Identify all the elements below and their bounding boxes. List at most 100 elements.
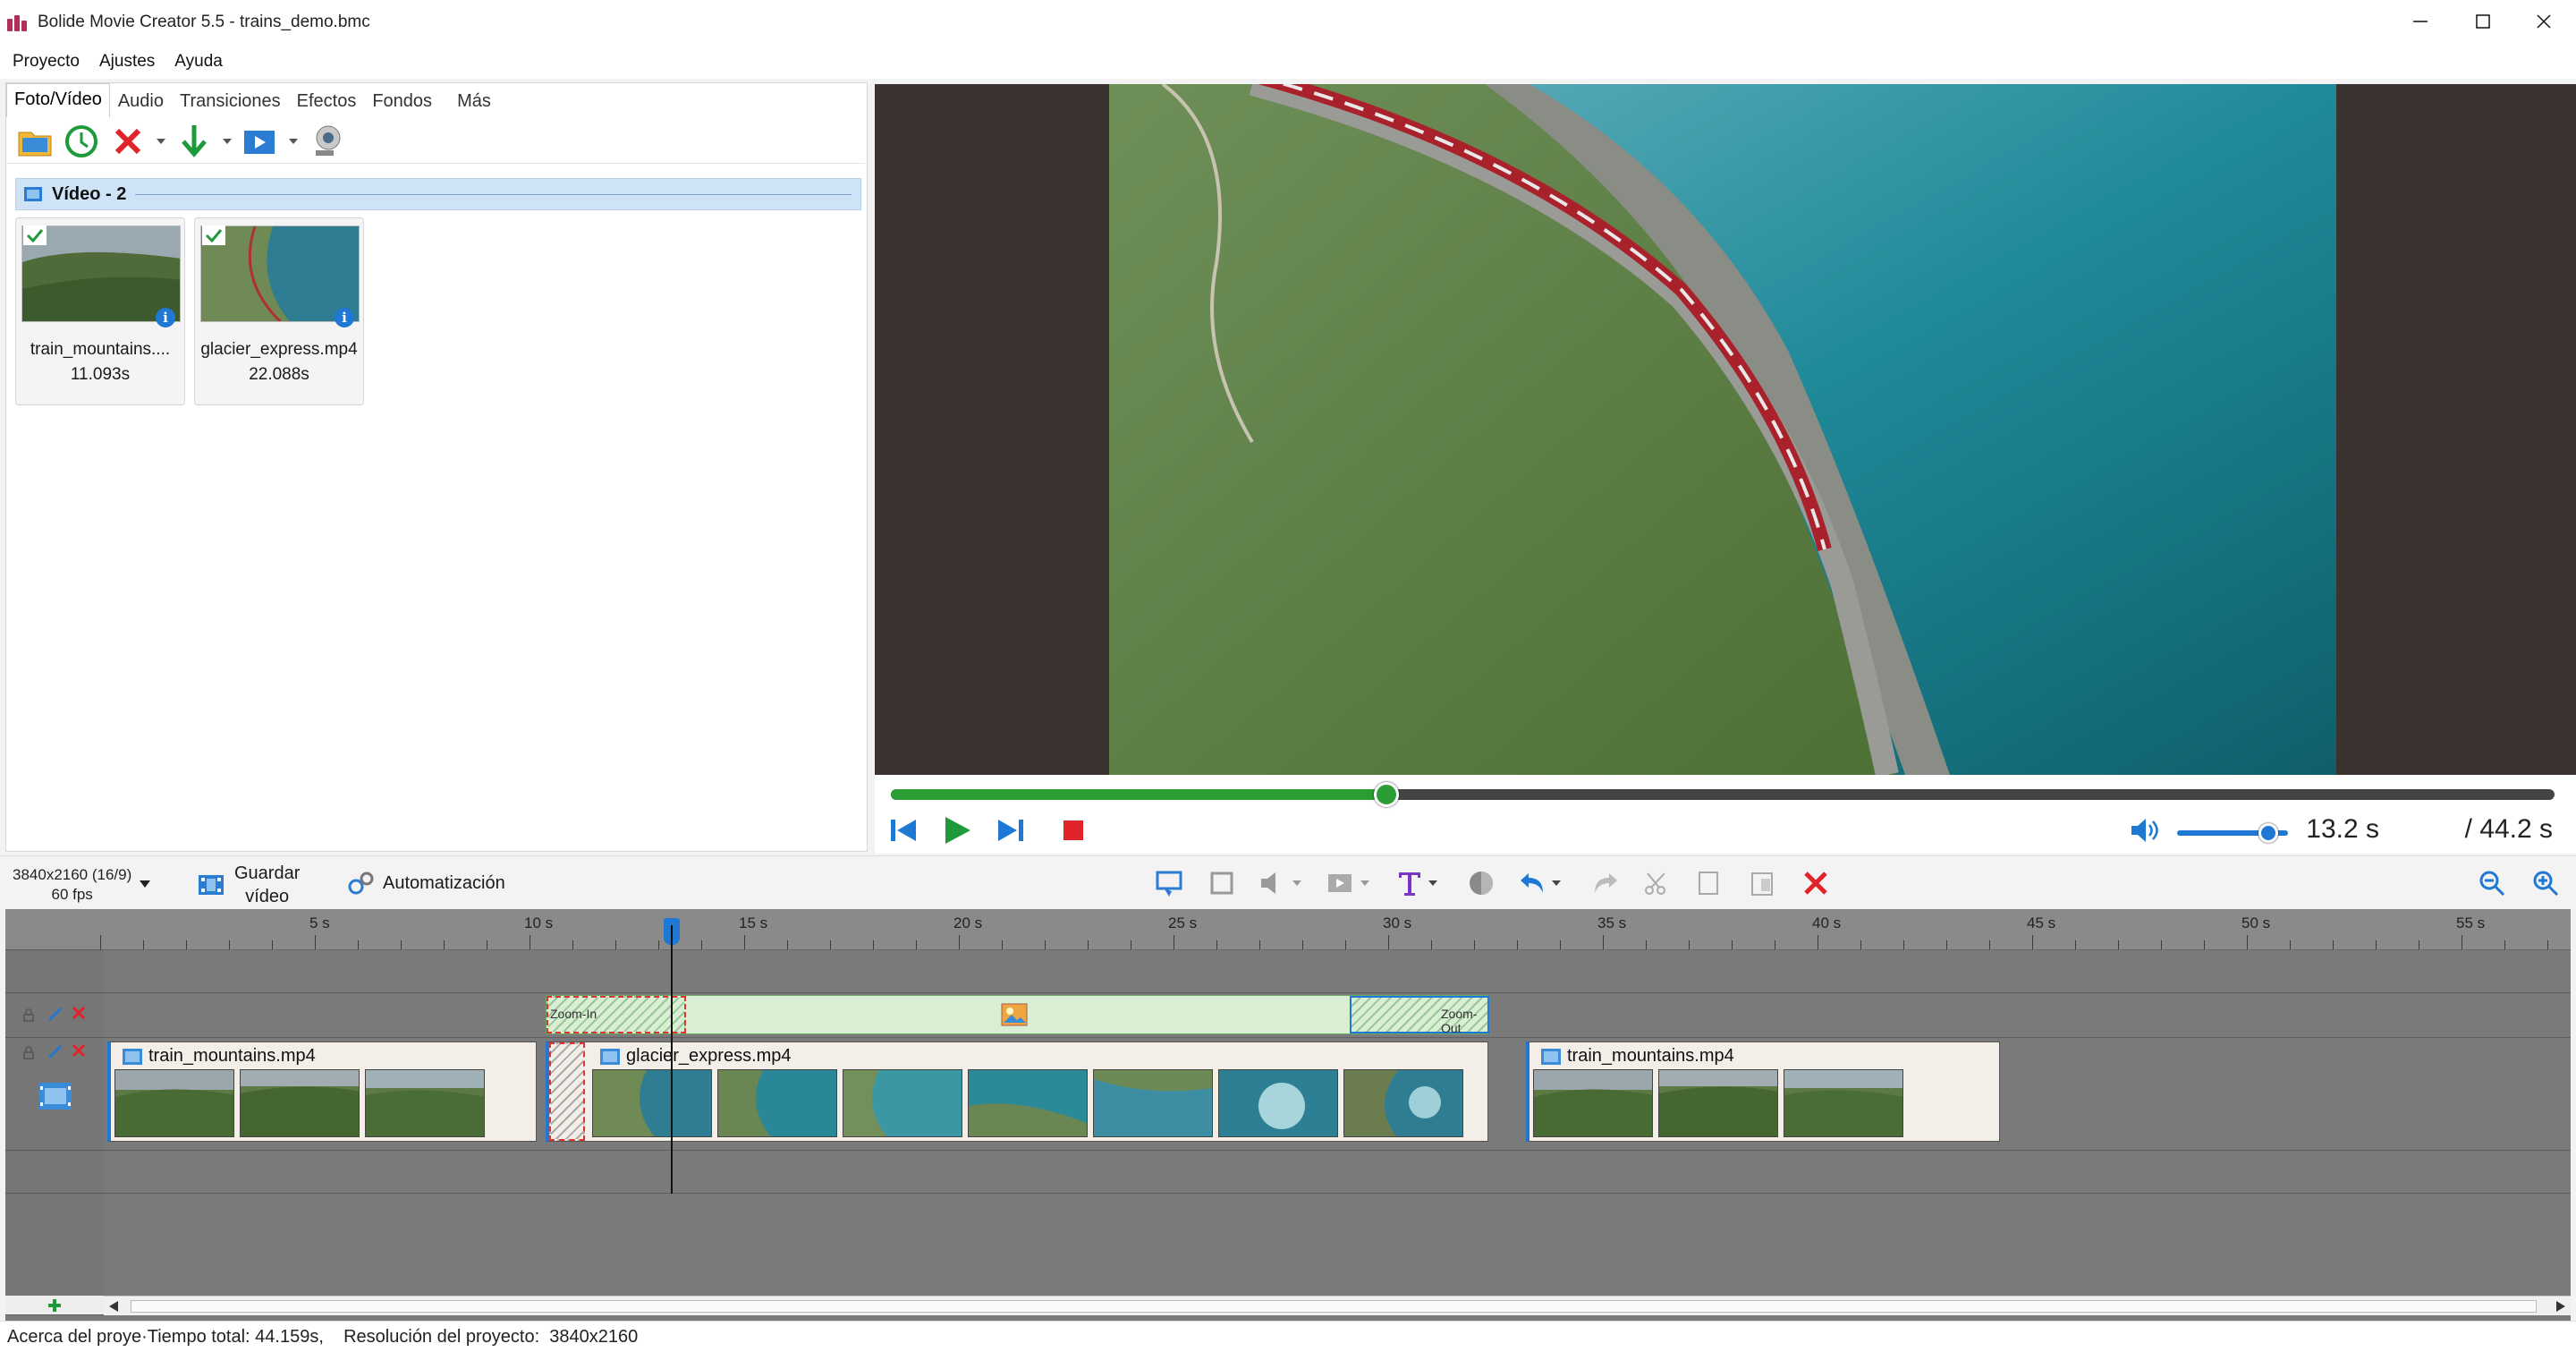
visibility-icon[interactable] xyxy=(47,1006,63,1022)
chevron-down-icon xyxy=(1292,880,1301,886)
scroll-right-icon[interactable] xyxy=(2556,1301,2565,1312)
tab-efectos[interactable]: Efectos xyxy=(289,86,365,117)
transition-marker[interactable] xyxy=(549,1042,585,1141)
media-library-panel: Foto/Vídeo Audio Transiciones Efectos Fo… xyxy=(5,82,868,852)
remove-track-icon[interactable] xyxy=(72,1043,86,1058)
mute-button[interactable] xyxy=(2125,811,2165,850)
effects-track-header xyxy=(5,993,104,1038)
audio-dropdown[interactable] xyxy=(1288,863,1306,903)
lock-icon[interactable] xyxy=(21,1045,36,1059)
video-track[interactable]: train_mountains.mp4 glacier_express.mp4 xyxy=(104,1038,2571,1151)
audio-track[interactable] xyxy=(104,1151,2571,1194)
menu-proyecto[interactable]: Proyecto xyxy=(0,52,87,72)
time-ruler[interactable]: 5 s 10 s 15 s 20 s 25 s 30 s 35 s 40 s 4… xyxy=(100,909,2571,950)
zoom-out-label: Zoom-Out xyxy=(1441,1007,1478,1035)
ruler-tick xyxy=(2333,940,2334,949)
clip-train-mountains-1[interactable]: train_mountains.mp4 xyxy=(107,1042,537,1142)
project-resolution-selector[interactable]: 3840x2160 (16/9) 60 fps xyxy=(13,865,131,905)
volume-slider[interactable] xyxy=(2177,823,2288,843)
media-item-glacier-express[interactable]: i glacier_express.mp4 22.088s xyxy=(194,217,364,405)
delete-clip-button[interactable] xyxy=(1796,863,1835,903)
recent-button[interactable] xyxy=(62,122,101,161)
paste-button[interactable] xyxy=(1742,863,1782,903)
delete-media-button[interactable] xyxy=(108,122,148,161)
clip-name: train_mountains.mp4 xyxy=(1567,1046,1734,1066)
resolution-dropdown[interactable] xyxy=(140,876,150,892)
effects-track[interactable]: Zoom-In Zoom-Out xyxy=(104,993,2571,1038)
video-group-header[interactable]: Vídeo - 2 xyxy=(15,178,861,210)
tab-audio[interactable]: Audio xyxy=(110,86,172,117)
capture-dropdown[interactable] xyxy=(287,122,300,161)
previous-frame-button[interactable] xyxy=(884,811,923,850)
seek-bar[interactable] xyxy=(891,782,2555,807)
add-track-icon[interactable] xyxy=(47,1297,63,1314)
crop-button[interactable] xyxy=(1202,863,1241,903)
tab-foto-video[interactable]: Foto/Vídeo xyxy=(6,83,110,117)
video-preview[interactable] xyxy=(875,84,2576,775)
automation-button[interactable]: Automatización xyxy=(347,871,505,896)
media-item-train-mountains[interactable]: i train_mountains.... 11.093s xyxy=(15,217,185,405)
lock-icon[interactable] xyxy=(21,1008,36,1022)
capture-button[interactable] xyxy=(241,122,280,161)
video-clip-icon xyxy=(600,1049,620,1065)
properties-button[interactable] xyxy=(1150,863,1190,903)
ruler-tick xyxy=(2376,940,2377,949)
chevron-down-icon xyxy=(1360,880,1369,886)
timeline-scrollbar[interactable] xyxy=(104,1296,2571,1315)
text-dropdown[interactable] xyxy=(1424,863,1442,903)
clip-frame xyxy=(843,1069,962,1137)
clip-properties-icon xyxy=(1156,871,1182,897)
copy-button[interactable] xyxy=(1689,863,1728,903)
volume-handle[interactable] xyxy=(2258,823,2278,843)
import-dropdown[interactable] xyxy=(221,122,233,161)
save-video-button[interactable]: Guardar vídeo xyxy=(197,862,300,908)
visibility-icon[interactable] xyxy=(47,1043,63,1059)
ruler-tick xyxy=(1646,940,1647,949)
ruler-tick xyxy=(401,940,402,949)
scroll-left-icon[interactable] xyxy=(109,1301,118,1312)
total-time: / 44.2 s xyxy=(2464,814,2553,844)
webcam-button[interactable] xyxy=(307,122,346,161)
zoom-out-button[interactable] xyxy=(2472,863,2512,903)
scrollbar-thumb[interactable] xyxy=(131,1300,2537,1313)
close-window-button[interactable] xyxy=(2513,0,2574,43)
zoom-in-label: Zoom-In xyxy=(550,1007,597,1021)
chevron-down-icon xyxy=(157,138,165,144)
tab-mas[interactable]: Más xyxy=(449,86,499,117)
zoom-in-button[interactable] xyxy=(2526,863,2565,903)
ruler-label: 25 s xyxy=(1168,914,1198,931)
info-icon[interactable]: i xyxy=(335,308,354,327)
next-frame-button[interactable] xyxy=(991,811,1030,850)
ruler-header xyxy=(5,909,104,950)
menu-ayuda[interactable]: Ayuda xyxy=(162,52,230,72)
maximize-button[interactable] xyxy=(2453,0,2513,43)
ruler-tick xyxy=(315,935,316,949)
timeline[interactable]: 5 s 10 s 15 s 20 s 25 s 30 s 35 s 40 s 4… xyxy=(5,909,2571,1321)
ruler-label: 40 s xyxy=(1812,914,1842,931)
ruler-tick xyxy=(1732,940,1733,949)
stop-button[interactable] xyxy=(1054,811,1093,850)
slideshow-dropdown[interactable] xyxy=(1356,863,1374,903)
clip-train-mountains-2[interactable]: train_mountains.mp4 xyxy=(1526,1042,2000,1142)
open-folder-icon xyxy=(18,132,52,156)
delete-dropdown[interactable] xyxy=(155,122,167,161)
remove-track-icon[interactable] xyxy=(72,1006,86,1020)
tab-transiciones[interactable]: Transiciones xyxy=(172,86,289,117)
add-track-area xyxy=(5,1296,104,1315)
overlay-track[interactable] xyxy=(104,950,2571,993)
add-files-button[interactable] xyxy=(15,122,55,161)
info-icon[interactable]: i xyxy=(156,308,175,327)
minimize-button[interactable] xyxy=(2390,0,2451,43)
cut-button[interactable] xyxy=(1637,863,1676,903)
menu-ajustes[interactable]: Ajustes xyxy=(87,52,162,72)
tab-fondos[interactable]: Fondos xyxy=(364,86,440,117)
mask-button[interactable] xyxy=(1462,863,1501,903)
clip-glacier-express[interactable]: glacier_express.mp4 xyxy=(546,1042,1488,1142)
redo-button[interactable] xyxy=(1585,863,1624,903)
import-button[interactable] xyxy=(174,122,214,161)
zoom-effect-block[interactable]: Zoom-In Zoom-Out xyxy=(546,995,1489,1035)
undo-dropdown[interactable] xyxy=(1547,863,1565,903)
clip-frame xyxy=(717,1069,837,1137)
play-button[interactable] xyxy=(937,811,977,850)
seek-handle[interactable] xyxy=(1374,782,1400,807)
